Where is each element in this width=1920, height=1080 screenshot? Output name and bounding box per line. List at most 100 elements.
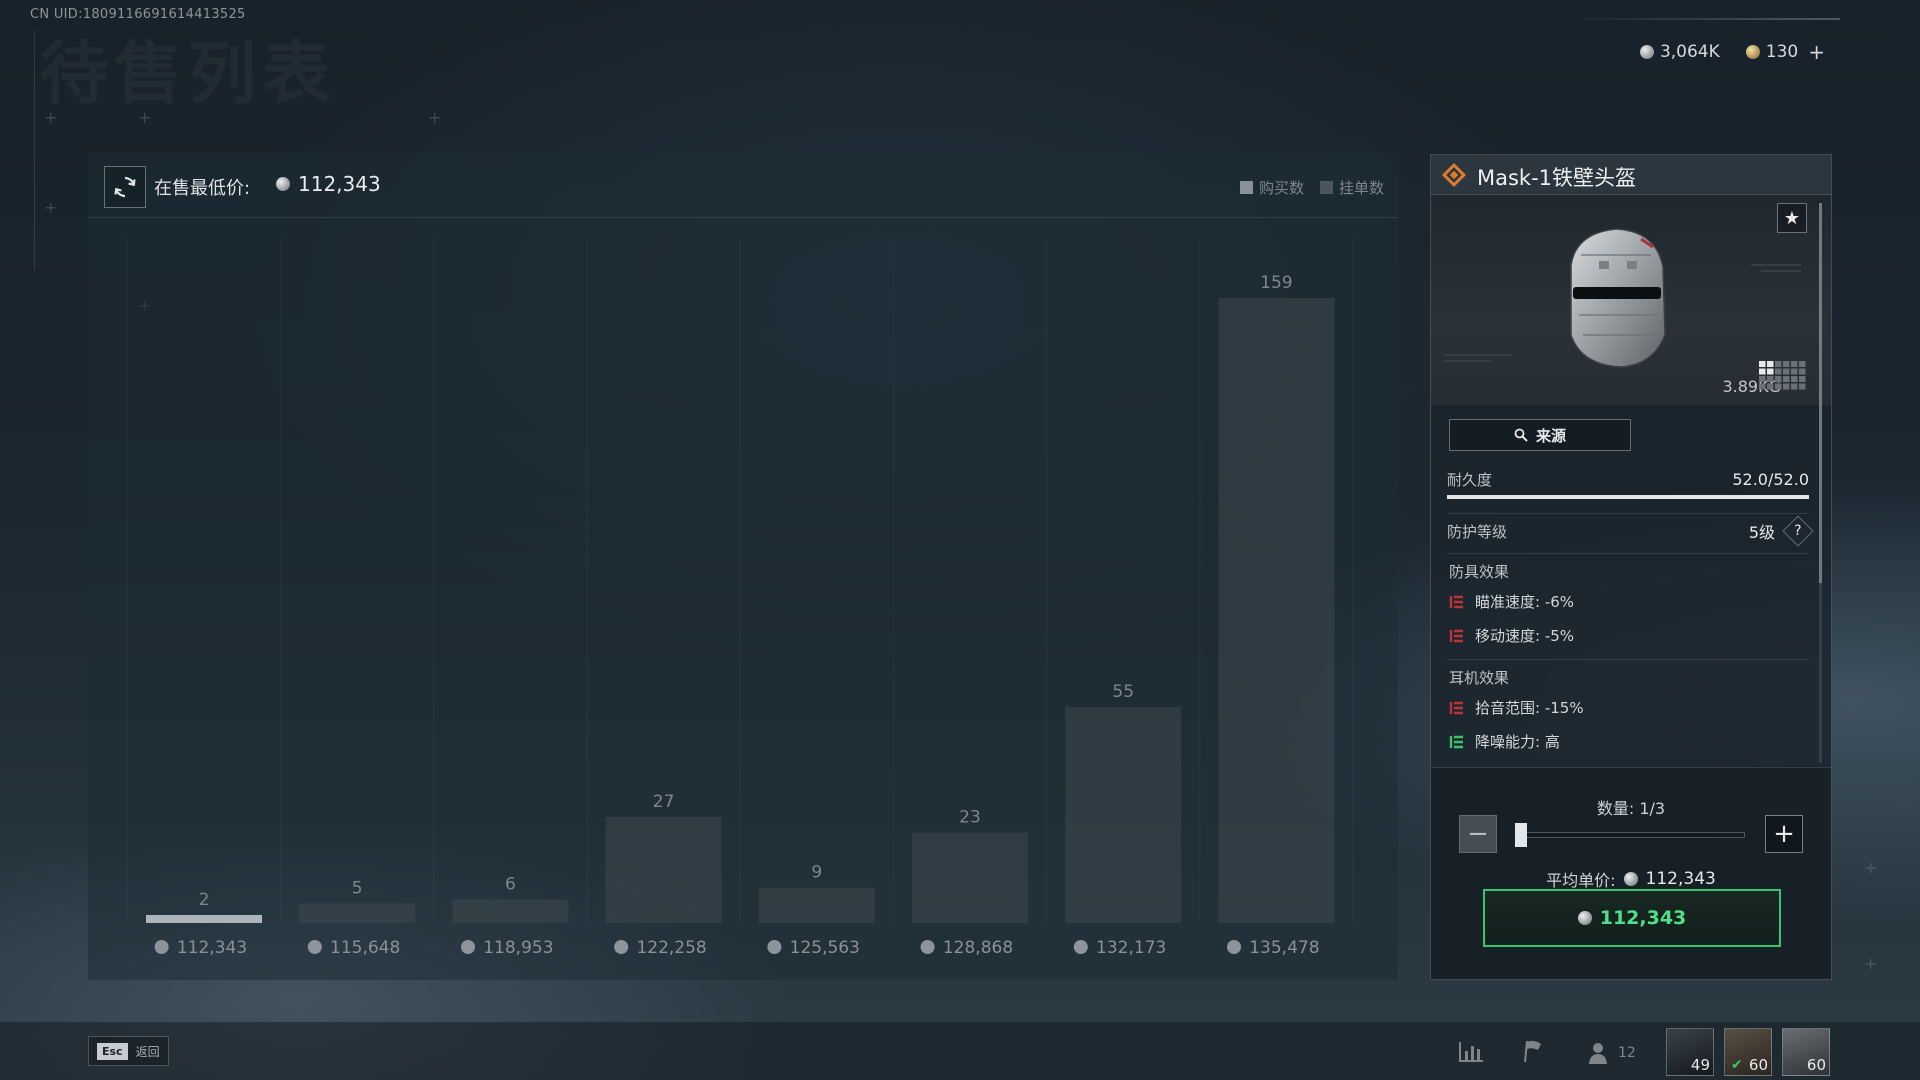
debuff-icon xyxy=(1449,629,1463,642)
durability-bar-fill xyxy=(1447,495,1809,499)
grid-cell xyxy=(1783,383,1790,390)
armor-effect-item: 移动速度: -5% xyxy=(1449,625,1574,646)
quantity-increase-button[interactable]: + xyxy=(1765,815,1803,853)
quantity-slider-handle[interactable] xyxy=(1515,823,1527,847)
friends-count: 12 xyxy=(1618,1045,1636,1061)
silver-coin-icon xyxy=(1623,872,1638,886)
headset-effect-item: 降噪能力: 高 xyxy=(1449,731,1560,752)
back-button[interactable]: Esc 返回 xyxy=(88,1036,169,1066)
silver-currency: 3,064K xyxy=(1639,42,1720,62)
grid-cell xyxy=(1767,376,1774,382)
bar-value-label: 55 xyxy=(1112,682,1134,702)
avatar-level: 60 xyxy=(1806,1056,1826,1074)
gold-currency[interactable]: 130 + xyxy=(1745,40,1825,64)
add-currency-button[interactable]: + xyxy=(1808,40,1825,64)
gold-coin-icon xyxy=(1745,45,1760,59)
bar-value-label: 23 xyxy=(959,808,981,828)
grid-cell xyxy=(1775,383,1782,390)
back-label: 返回 xyxy=(135,1044,160,1059)
friends-icon xyxy=(1589,1043,1607,1064)
grid-cell xyxy=(1783,361,1790,367)
price-tick-label: 125,563 xyxy=(790,938,860,958)
teammate-avatar[interactable]: ✔ 60 xyxy=(1724,1028,1772,1076)
price-tick-label: 112,343 xyxy=(177,938,247,958)
grid-cell xyxy=(1775,376,1782,382)
friends-button[interactable]: 12 xyxy=(1586,1040,1636,1066)
headset-effect-text: 降噪能力: 高 xyxy=(1475,733,1560,751)
scrollbar-thumb[interactable] xyxy=(1819,203,1822,583)
grid-cell-filled xyxy=(1767,368,1774,375)
item-name: Mask-1铁壁头盔 xyxy=(1477,166,1637,190)
buy-button[interactable]: 112,343 xyxy=(1483,889,1781,947)
chart-bar[interactable] xyxy=(912,832,1028,923)
durability-label: 耐久度 xyxy=(1447,471,1493,489)
grid-cell xyxy=(1799,376,1806,382)
price-tick-label: 128,868 xyxy=(943,938,1013,958)
silver-coin-icon xyxy=(920,940,935,954)
debuff-icon xyxy=(1449,595,1463,608)
favorite-button[interactable]: ★ xyxy=(1777,203,1807,233)
chart-bar[interactable] xyxy=(605,816,722,923)
chart-bar[interactable] xyxy=(299,903,416,923)
legend-buy-label: 购买数 xyxy=(1258,179,1304,197)
chart-bar[interactable] xyxy=(452,899,569,923)
chart-bar[interactable] xyxy=(1065,706,1182,923)
source-button[interactable]: 来源 xyxy=(1449,419,1631,451)
legend-list-label: 挂单数 xyxy=(1338,179,1384,197)
silver-coin-icon xyxy=(1073,940,1088,954)
chart-bar[interactable] xyxy=(758,887,875,923)
price-tick-label: 118,953 xyxy=(483,938,553,958)
teammate-avatar[interactable]: 49 xyxy=(1666,1028,1714,1076)
grid-cell xyxy=(1791,376,1798,382)
refresh-button[interactable] xyxy=(104,166,146,208)
grid-cell-filled xyxy=(1767,361,1774,367)
currency-bar: 3,064K 130 + xyxy=(1639,40,1825,64)
item-header: Mask-1铁壁头盔 xyxy=(1431,155,1831,195)
chart-bar[interactable] xyxy=(1218,298,1335,923)
buy-price: 112,343 xyxy=(1599,907,1687,929)
legend-swatch xyxy=(1319,181,1333,194)
avatar-level: 60 xyxy=(1748,1056,1768,1074)
protection-value-group: 5级 ? xyxy=(1749,515,1814,547)
lowest-price: 112,343 xyxy=(276,172,381,196)
grid-cell xyxy=(1783,376,1790,382)
grid-cell xyxy=(1775,368,1782,375)
armor-effect-text: 瞄准速度: -6% xyxy=(1475,593,1575,611)
decor-line xyxy=(34,30,35,270)
chart-legend: 购买数 挂单数 xyxy=(1239,177,1384,198)
page-title-watermark: 待售列表 xyxy=(40,35,337,114)
price-tick-label: 132,173 xyxy=(1096,938,1166,958)
bar-value-label: 2 xyxy=(199,890,210,910)
flag-icon[interactable] xyxy=(1518,1038,1548,1064)
stats-icon[interactable] xyxy=(1456,1038,1486,1064)
silver-coin-icon xyxy=(1577,911,1592,925)
armor-effect-text: 移动速度: -5% xyxy=(1475,627,1575,645)
legend-swatch xyxy=(1239,181,1253,194)
divider xyxy=(1447,513,1809,514)
debuff-icon xyxy=(1449,701,1463,714)
grid-cell xyxy=(1767,383,1774,390)
quantity-decrease-button[interactable]: − xyxy=(1459,815,1497,853)
bar-value-label: 9 xyxy=(811,863,822,883)
bar-value-label: 159 xyxy=(1260,273,1292,293)
grid-cell xyxy=(1759,376,1766,382)
item-detail-panel: Mask-1铁壁头盔 ★ 3.89KG 来源 耐久度 52.0/52.0 防护等… xyxy=(1430,154,1832,980)
avatar-level: 49 xyxy=(1690,1056,1710,1074)
legend-list[interactable]: 挂单数 xyxy=(1319,177,1384,198)
headset-effects-title: 耳机效果 xyxy=(1449,669,1510,687)
teammate-avatar[interactable]: 60 xyxy=(1782,1028,1830,1076)
quantity-slider[interactable] xyxy=(1515,832,1745,838)
esc-key: Esc xyxy=(97,1042,128,1060)
legend-buy[interactable]: 购买数 xyxy=(1239,177,1304,198)
grid-cell xyxy=(1791,383,1798,390)
gold-amount: 130 xyxy=(1765,42,1799,62)
decor-plus: + xyxy=(44,198,58,217)
buff-icon xyxy=(1449,735,1463,748)
silver-amount: 3,064K xyxy=(1659,42,1720,62)
silver-coin-icon xyxy=(461,940,475,954)
chart-header: 在售最低价: 112,343 购买数 挂单数 xyxy=(88,152,1398,218)
grid-cell xyxy=(1775,361,1782,367)
chart-bar-highlight xyxy=(146,915,262,923)
refresh-icon xyxy=(114,176,136,198)
help-button[interactable]: ? xyxy=(1782,515,1814,547)
